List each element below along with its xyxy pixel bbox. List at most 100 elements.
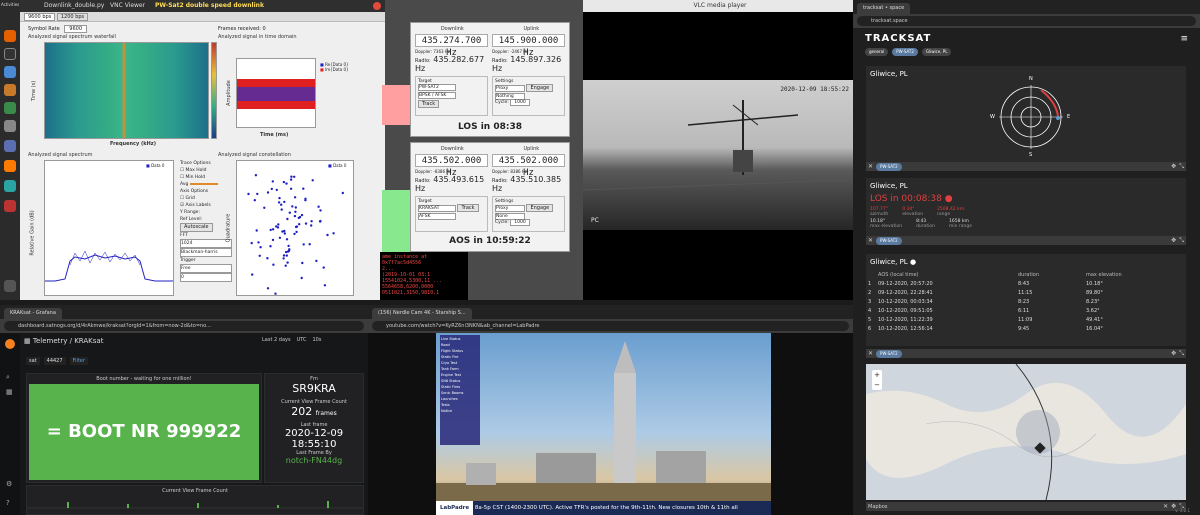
filter-sat[interactable]: PW-SAT2 (892, 48, 918, 56)
var-norad-select[interactable]: 44427 (43, 357, 66, 365)
constellation-point (253, 199, 256, 202)
chip-sat[interactable]: PW-SAT2 (876, 162, 902, 171)
time-range-picker[interactable]: Last 2 days (262, 337, 291, 343)
graph-bars (27, 501, 363, 509)
filter-location[interactable]: Gliwice, PL (921, 48, 952, 56)
grafana-logo-icon[interactable] (5, 339, 15, 349)
y-range-spinner[interactable]: Y Range: (180, 209, 232, 216)
table-cell: 2 (868, 289, 872, 296)
info-icon[interactable]: ● (910, 258, 916, 266)
track-button[interactable]: Track (457, 204, 479, 212)
avg-slider[interactable]: Avg (180, 181, 232, 188)
sdr-icon[interactable] (4, 180, 16, 192)
rx-device-select[interactable]: Proxy (495, 205, 525, 212)
constellation-point (284, 264, 287, 267)
constellation-point (280, 208, 283, 211)
app-title: PW-Sat2 double speed downlink (155, 2, 264, 9)
apps-icon[interactable] (4, 280, 16, 292)
tab-youtube[interactable]: (156) Nerdle Cam 4K - Starship S... (372, 308, 472, 319)
file-tab[interactable]: Downlink_double.py (44, 2, 104, 9)
tab-1200[interactable]: 1200 bps (56, 13, 89, 21)
url-field[interactable]: tracksat.space (857, 16, 1196, 26)
chip-sat[interactable]: PW-SAT2 (876, 349, 902, 358)
uplink-frequency[interactable]: 435.502.000 Hz (492, 154, 565, 178)
world-map[interactable]: + − (866, 364, 1186, 500)
youtube-browser: (156) Nerdle Cam 4K - Starship S... yout… (368, 305, 853, 515)
settings-icon[interactable]: ⚙ (6, 480, 12, 488)
zoom-controls[interactable]: + − (872, 370, 882, 390)
move-icon[interactable]: ✥ (1171, 163, 1176, 170)
side-panel-green (382, 190, 410, 260)
menu-icon[interactable]: ≡ (1180, 34, 1188, 44)
los-controls: ✕ PW-SAT2 ✥ ⤡ (866, 236, 1186, 245)
close-icon[interactable]: ✕ (1163, 503, 1168, 510)
url-field[interactable]: youtube.com/watch?v=KyRZ6ni3NKN&ab_chann… (372, 321, 849, 331)
close-icon[interactable]: ✕ (868, 350, 873, 357)
chrome-icon[interactable] (4, 66, 16, 78)
filter-button[interactable]: Filter (69, 357, 88, 365)
chip-sat[interactable]: PW-SAT2 (876, 236, 902, 245)
close-icon[interactable]: ✕ (868, 163, 873, 170)
uplink-frequency[interactable]: 145.900.000 Hz (492, 34, 565, 58)
vlc-icon[interactable] (4, 160, 16, 172)
constellation-point (272, 263, 275, 266)
refresh-picker[interactable]: 10s (313, 337, 322, 343)
close-icon[interactable] (373, 2, 381, 10)
tab-9600[interactable]: 9600 bps (24, 13, 56, 21)
tab-tracksat[interactable]: tracksat • space (857, 3, 911, 14)
video-player[interactable]: Live Status Road Flight Status Static Fi… (436, 333, 771, 515)
text-editor-icon[interactable] (4, 140, 16, 152)
engage-button[interactable]: Engage (526, 204, 554, 212)
downlink-frequency[interactable]: 435.274.700 Hz (415, 34, 488, 58)
symbol-rate-input[interactable]: 9600 (64, 25, 88, 33)
engage-button[interactable]: Engage (526, 84, 554, 92)
apps-icon[interactable]: ▦ (24, 337, 31, 345)
screenshot-icon[interactable] (4, 200, 16, 212)
sat-select[interactable]: PW-SAT2 (418, 84, 456, 91)
record-dot-icon: ● (944, 194, 953, 204)
filter-general[interactable]: general (865, 48, 889, 56)
cycle-input[interactable]: 1000 (510, 99, 530, 106)
trigger-level-input[interactable]: 0 (180, 273, 232, 282)
resize-icon[interactable]: ⤡ (1179, 163, 1184, 171)
move-icon[interactable]: ✥ (1171, 237, 1176, 244)
axis-labels-checkbox[interactable]: ☑ Axis Labels (180, 202, 232, 209)
terminal-icon[interactable] (4, 48, 16, 60)
cycle-input[interactable]: 1000 (510, 219, 530, 226)
resize-icon[interactable]: ⤡ (1179, 350, 1184, 358)
grid-checkbox[interactable]: ☐ Grid (180, 195, 232, 202)
activities-label[interactable]: Activities (1, 2, 19, 7)
map-graphic (866, 364, 1186, 500)
window-select[interactable]: Blackman-harris (180, 248, 232, 257)
axis-options-heading: Axis Options (180, 189, 209, 194)
files-icon[interactable] (4, 84, 16, 96)
ref-level-spinner[interactable]: Ref Level: (180, 216, 232, 223)
search-icon[interactable]: ⌕ (6, 373, 14, 382)
autoscale-button[interactable]: Autoscale (180, 223, 213, 232)
downlink-frequency[interactable]: 435.502.000 Hz (415, 154, 488, 178)
resize-icon[interactable]: ⤡ (1179, 237, 1184, 245)
constellation-point (293, 175, 296, 178)
taskbar: Activities (0, 0, 20, 300)
move-icon[interactable]: ✥ (1171, 350, 1176, 357)
tab-grafana[interactable]: KRAKsat - Grafana (4, 308, 62, 319)
mode-select[interactable]: BPSK / AFSK (418, 92, 456, 99)
url-field[interactable]: dashboard.satnogs.org/d/4rAkmwe/kraksat?… (4, 321, 364, 331)
firefox-icon[interactable] (4, 30, 16, 42)
max-hold-checkbox[interactable]: ☐ Max Hold (180, 167, 232, 174)
close-icon[interactable]: ✕ (868, 237, 873, 244)
trigger-mode-select[interactable]: Free (180, 264, 232, 273)
help-icon[interactable]: ? (6, 499, 10, 507)
mode-select[interactable]: AFSK (418, 213, 456, 220)
constellation-point (300, 276, 303, 280)
sat-select[interactable]: KRAKSAT (418, 205, 456, 212)
fft-size-select[interactable]: 1024 (180, 239, 232, 248)
min-hold-checkbox[interactable]: ☐ Min Hold (180, 174, 232, 181)
dashboards-icon[interactable]: ▦ (6, 388, 14, 396)
rx-device-select[interactable]: Proxy (495, 85, 525, 92)
waterfall-colorbar (211, 42, 217, 139)
settings-icon[interactable] (4, 120, 16, 132)
track-button[interactable]: Track (418, 100, 440, 108)
last-frame-by-value: notch-FN44dg (285, 456, 343, 465)
gnuradio-icon[interactable] (4, 102, 16, 114)
